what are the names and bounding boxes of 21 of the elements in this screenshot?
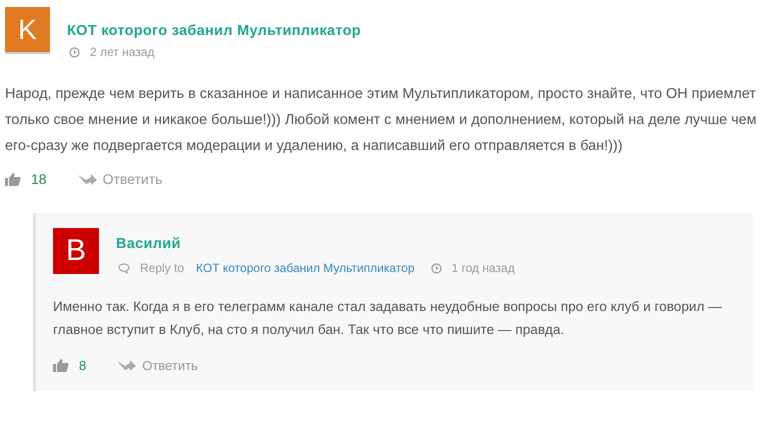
reply-arrow-icon bbox=[116, 358, 136, 372]
reply-button[interactable]: Ответить bbox=[116, 358, 198, 372]
reply-to-link[interactable]: КОТ которого забанил Мультипликатор bbox=[196, 261, 415, 275]
clock-icon bbox=[69, 46, 80, 58]
thumbs-up-icon[interactable] bbox=[53, 358, 69, 372]
reply-arrow-icon bbox=[76, 172, 97, 186]
reply-button[interactable]: Ответить bbox=[76, 171, 162, 187]
like-count: 18 bbox=[31, 171, 47, 187]
reply-to-label: Reply to bbox=[140, 261, 184, 275]
like-count: 8 bbox=[79, 358, 86, 372]
comment-text: Именно так. Когда я в его телеграмм канале стал задавать неудобные вопросы про его клуб и говорил — главное вступит в Клуб, на сто я получил бан. Так что все что пишите — правда. bbox=[53, 298, 723, 339]
avatar: В bbox=[53, 228, 99, 274]
clock-icon bbox=[430, 262, 442, 274]
speech-bubble-icon bbox=[118, 262, 130, 274]
author-name[interactable]: КОТ которого забанил Мультипликатор bbox=[67, 23, 361, 39]
comment-text: Народ, прежде чем верить в сказанное и написанное этим Мультипликатором, просто знайте, что ОН приемлет только свое мнение и никакое больше!))) Любой комент с мнением и дополнением, который на деле лучше чем его-сразу же подвергается модерации и удалению, а написавший его отправляется в бан!))) bbox=[5, 85, 758, 156]
avatar: K bbox=[5, 7, 50, 54]
timestamp: 1 год назад bbox=[452, 261, 515, 275]
author-name[interactable]: Василий bbox=[116, 236, 521, 252]
thumbs-up-icon[interactable] bbox=[5, 172, 21, 186]
timestamp: 2 лет назад bbox=[90, 45, 154, 59]
